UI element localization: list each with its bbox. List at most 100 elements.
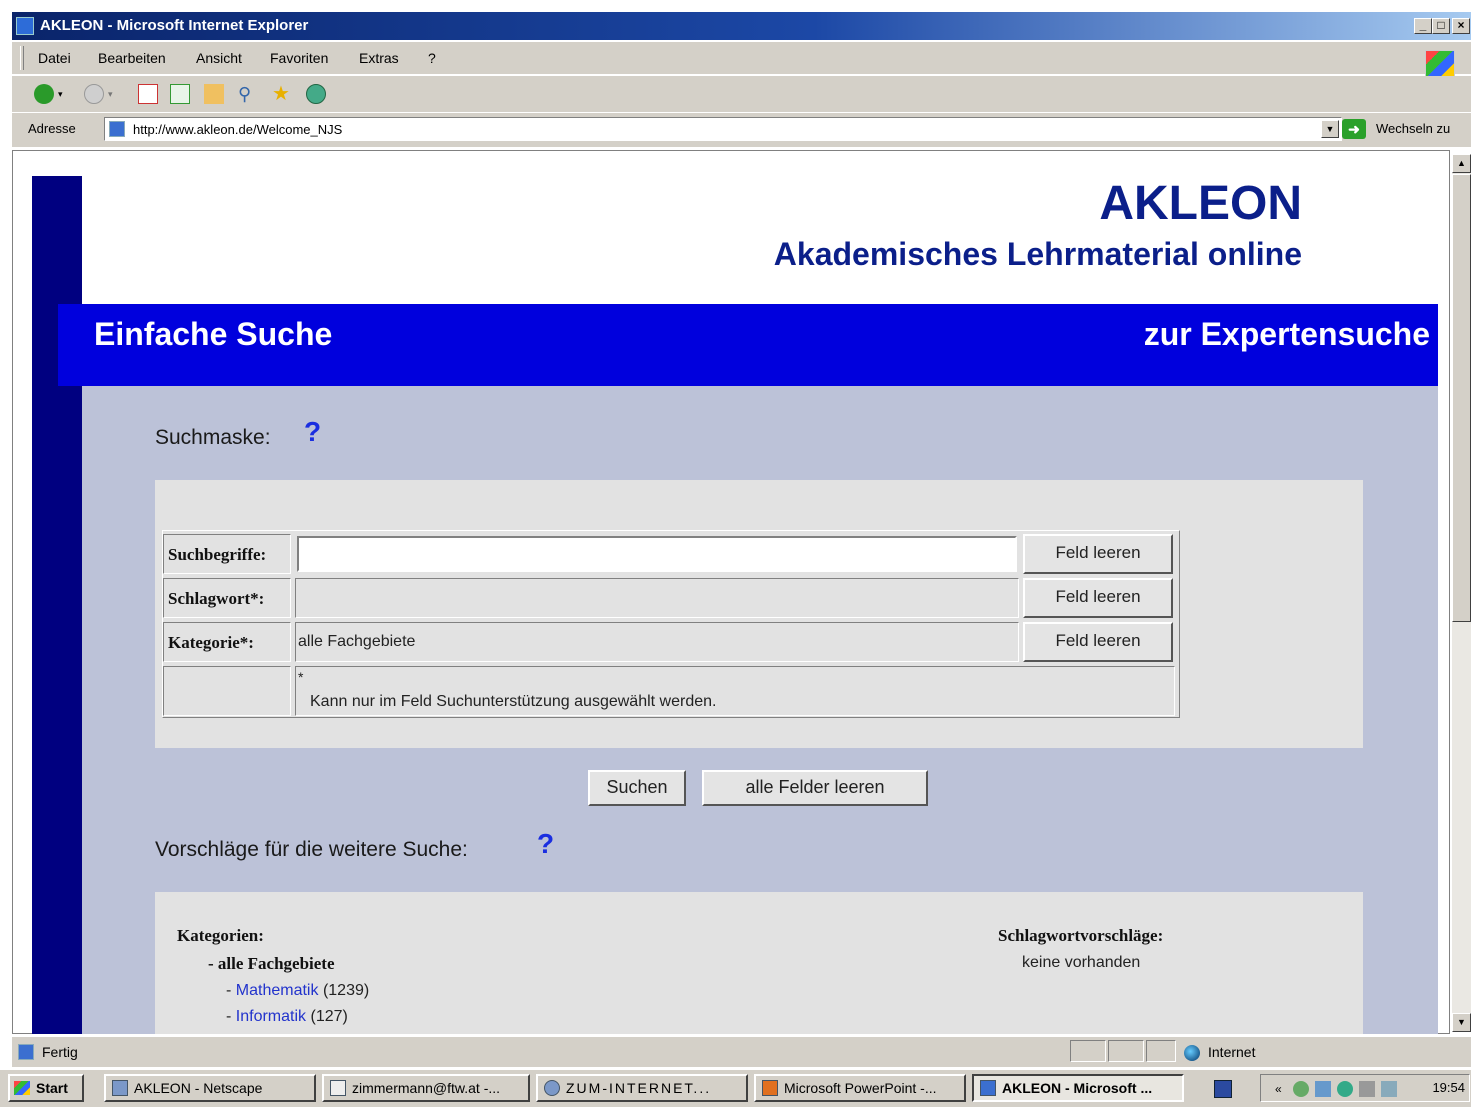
address-url[interactable]: http://www.akleon.de/Welcome_NJS (133, 122, 342, 137)
keyword-suggestions-heading: Schlagwortvorschläge: (998, 926, 1164, 945)
zone-text: Internet (1208, 1044, 1256, 1060)
task-zum-internet[interactable]: ZUM-INTERNET... (536, 1074, 748, 1102)
task-label[interactable]: Microsoft PowerPoint -... (784, 1080, 937, 1096)
category-count: (1239) (322, 982, 370, 999)
clear-search-terms-button[interactable]: Feld leeren (1023, 534, 1173, 574)
close-button[interactable]: × (1452, 18, 1470, 34)
tray-monitor-icon[interactable] (1381, 1081, 1397, 1097)
home-icon[interactable] (204, 84, 224, 104)
task-mail[interactable]: zimmermann@ftw.at -... (322, 1074, 530, 1102)
tray-device-icon[interactable] (1359, 1081, 1375, 1097)
category-field: alle Fachgebiete (295, 622, 1019, 662)
start-label[interactable]: Start (36, 1080, 68, 1096)
scroll-thumb[interactable] (1452, 174, 1471, 622)
address-bar: Adresse http://www.akleon.de/Welcome_NJS… (12, 113, 1471, 147)
address-dropdown-icon[interactable]: ▼ (1321, 120, 1339, 138)
minimize-button[interactable]: _ (1414, 18, 1432, 34)
expert-search-link[interactable]: zur Expertensuche (1144, 316, 1430, 353)
favorites-star-icon[interactable]: ★ (272, 84, 292, 104)
clear-category-button[interactable]: Feld leeren (1023, 622, 1173, 662)
search-icon[interactable]: ⚲ (238, 84, 258, 104)
ie-page-icon (16, 17, 34, 35)
status-cell (1108, 1040, 1144, 1062)
stop-icon[interactable] (138, 84, 158, 104)
maximize-button[interactable]: □ (1432, 18, 1450, 34)
search-section-title: Suchmaske: (155, 426, 271, 449)
task-netscape[interactable]: AKLEON - Netscape (104, 1074, 316, 1102)
address-input[interactable]: http://www.akleon.de/Welcome_NJS ▼ (104, 117, 1342, 141)
task-label[interactable]: zimmermann@ftw.at -... (352, 1080, 500, 1096)
system-tray: « 19:54 (1260, 1074, 1470, 1102)
category-root[interactable]: - alle Fachgebiete (208, 954, 335, 974)
brand-name: AKLEON (1099, 177, 1302, 230)
tray-expand-icon[interactable]: « (1275, 1081, 1291, 1097)
mail-icon (330, 1080, 346, 1096)
address-label: Adresse (28, 121, 76, 136)
empty-label-cell (163, 666, 291, 716)
list-bullet: - (226, 982, 236, 999)
footnote-mark: * (298, 669, 304, 685)
menu-datei[interactable]: Datei (38, 50, 71, 66)
task-powerpoint[interactable]: Microsoft PowerPoint -... (754, 1074, 966, 1102)
search-terms-label: Suchbegriffe: (163, 534, 291, 574)
category-item-informatik: - Informatik (127) (226, 1008, 348, 1026)
status-bar: Fertig Internet (12, 1036, 1471, 1067)
search-button[interactable]: Suchen (588, 770, 686, 806)
go-label[interactable]: Wechseln zu (1376, 121, 1450, 136)
clock: 19:54 (1432, 1080, 1465, 1095)
status-cell (1146, 1040, 1176, 1062)
title-bar: AKLEON - Microsoft Internet Explorer _ □… (12, 12, 1471, 40)
back-icon[interactable] (34, 84, 54, 104)
menu-help[interactable]: ? (428, 50, 436, 66)
menu-extras[interactable]: Extras (359, 50, 399, 66)
category-link-mathematik[interactable]: Mathematik (236, 982, 319, 999)
category-label: Kategorie*: (163, 622, 291, 662)
brand-subtitle: Akademisches Lehrmaterial online (773, 236, 1302, 272)
suggestions-title: Vorschläge für die weitere Suche: (155, 838, 468, 861)
language-icon[interactable] (1214, 1080, 1232, 1098)
menu-ansicht[interactable]: Ansicht (196, 50, 242, 66)
help-icon[interactable]: ? (304, 416, 321, 448)
clear-all-button[interactable]: alle Felder leeren (702, 770, 928, 806)
clear-keyword-button[interactable]: Feld leeren (1023, 578, 1173, 618)
start-button[interactable]: Start (8, 1074, 84, 1102)
refresh-icon[interactable] (170, 84, 190, 104)
vertical-scrollbar[interactable]: ▲ ▼ (1452, 154, 1471, 1032)
task-label[interactable]: ZUM-INTERNET... (566, 1080, 711, 1096)
category-link-informatik[interactable]: Informatik (236, 1008, 306, 1025)
network-icon[interactable] (1293, 1081, 1309, 1097)
task-label[interactable]: AKLEON - Microsoft ... (1002, 1080, 1152, 1096)
windows-flag-icon (14, 1081, 30, 1095)
tray-globe-icon[interactable] (1337, 1081, 1353, 1097)
scroll-down-icon[interactable]: ▼ (1452, 1013, 1471, 1032)
search-terms-input[interactable] (297, 536, 1017, 572)
forward-icon[interactable] (84, 84, 104, 104)
globe-icon (544, 1080, 560, 1096)
task-ie-akleon[interactable]: AKLEON - Microsoft ... (972, 1074, 1184, 1102)
keyword-field (295, 578, 1019, 618)
site-header: AKLEON Akademisches Lehrmaterial online (600, 176, 1302, 274)
taskbar: Start AKLEON - Netscape zimmermann@ftw.a… (0, 1068, 1471, 1107)
go-button[interactable]: ➜ Wechseln zu (1342, 117, 1470, 141)
standard-toolbar: ▾ ▾ ⚲ ★ (12, 76, 1471, 113)
categories-heading: Kategorien: (177, 926, 264, 945)
page-status-icon (18, 1044, 34, 1060)
window-title: AKLEON - Microsoft Internet Explorer (40, 17, 309, 34)
task-label[interactable]: AKLEON - Netscape (134, 1080, 262, 1096)
back-dropdown-icon[interactable]: ▾ (58, 84, 68, 104)
ie-icon (980, 1080, 996, 1096)
menu-bearbeiten[interactable]: Bearbeiten (98, 50, 166, 66)
menu-bar: Datei Bearbeiten Ansicht Favoriten Extra… (12, 42, 1471, 78)
status-text: Fertig (42, 1044, 78, 1060)
suggestions-help-icon[interactable]: ? (537, 828, 554, 860)
history-icon[interactable] (306, 84, 326, 104)
page-title: Einfache Suche (94, 316, 333, 352)
toolbar-grip (20, 46, 24, 70)
scroll-up-icon[interactable]: ▲ (1452, 154, 1471, 173)
footnote-text: Kann nur im Feld Suchunterstützung ausge… (310, 693, 717, 710)
forward-dropdown-icon[interactable]: ▾ (108, 84, 118, 104)
menu-favoriten[interactable]: Favoriten (270, 50, 328, 66)
go-arrow-icon[interactable]: ➜ (1342, 119, 1366, 139)
category-item-mathematik: - Mathematik (1239) (226, 982, 369, 1000)
tray-app-icon[interactable] (1315, 1081, 1331, 1097)
